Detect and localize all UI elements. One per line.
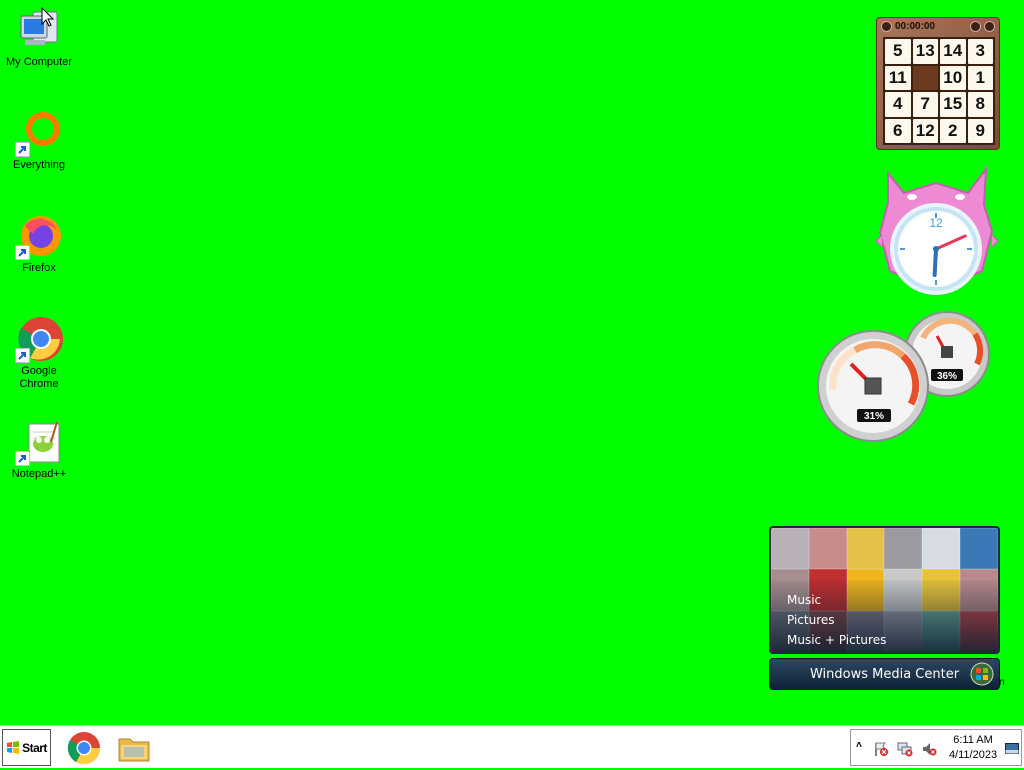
desktop-icon-label: My Computer	[5, 56, 73, 68]
puzzle-tile[interactable]: 4	[885, 92, 911, 117]
tray-clock[interactable]: 6:11 AM 4/11/2023	[945, 733, 1001, 763]
media-center-launch-bar[interactable]: Windows Media Center	[769, 658, 1000, 690]
puzzle-tile[interactable]: 15	[940, 92, 966, 117]
puzzle-board: 5 13 14 3 11 10 1 4 7 15 8 6 12 2 9	[883, 37, 995, 145]
shortcut-arrow-icon	[15, 348, 30, 363]
puzzle-tile[interactable]: 11	[885, 65, 911, 90]
desktop-icon-firefox[interactable]: Firefox	[0, 212, 78, 275]
start-label: Start	[22, 740, 47, 755]
puzzle-tile[interactable]: 5	[885, 39, 911, 64]
tray-time: 6:11 AM	[953, 734, 993, 746]
action-center-alert-icon[interactable]	[873, 741, 889, 757]
everything-icon	[15, 109, 63, 157]
media-menu-item-pictures[interactable]: Pictures	[787, 610, 886, 630]
media-center-title: Windows Media Center	[809, 666, 960, 682]
puzzle-tile[interactable]: 6	[885, 118, 911, 143]
system-tray: ˄ 6:11 AM 4/11/2023	[850, 729, 1022, 766]
chrome-icon	[67, 732, 101, 765]
puzzle-empty-slot[interactable]	[912, 65, 938, 90]
media-menu-item-music[interactable]: Music	[787, 590, 886, 610]
puzzle-help-icon[interactable]	[970, 21, 981, 32]
clock-hour-hand	[932, 247, 938, 277]
media-center-menu: Music Pictures Music + Pictures	[787, 590, 886, 650]
puzzle-tile[interactable]: 7	[912, 92, 938, 117]
puzzle-tile[interactable]: 9	[967, 118, 993, 143]
notepad-plus-plus-icon	[15, 418, 63, 466]
desktop-icon-label: Firefox	[22, 262, 56, 274]
start-button[interactable]: Start	[2, 729, 51, 766]
puzzle-toolbar: 00:00:00	[877, 18, 999, 35]
shortcut-arrow-icon	[15, 451, 30, 466]
desktop-icon-label: Notepad++	[11, 468, 67, 480]
desktop-icon-label: Google Chrome	[19, 365, 59, 390]
puzzle-tile[interactable]: 8	[967, 92, 993, 117]
memory-percent: 36%	[937, 371, 957, 382]
puzzle-tile[interactable]: 12	[912, 118, 938, 143]
puzzle-timer: 00:00:00	[895, 21, 936, 32]
chrome-icon	[15, 315, 63, 363]
taskbar-app-file-explorer[interactable]	[117, 731, 151, 765]
puzzle-tile[interactable]: 14	[940, 39, 966, 64]
puzzle-tile[interactable]: 1	[967, 65, 993, 90]
windows-logo-icon	[7, 740, 20, 754]
folder-icon	[118, 738, 150, 762]
shortcut-arrow-icon	[15, 245, 30, 260]
clock-gadget[interactable]: 12	[874, 163, 1000, 295]
stray-label: n	[999, 677, 1005, 688]
cpu-percent: 31%	[864, 411, 884, 422]
desktop-icon-everything[interactable]: Everything	[0, 109, 78, 172]
desktop-icon-my-computer[interactable]: My Computer	[0, 6, 78, 69]
cpu-meter-gadget[interactable]: 36% 31%	[815, 310, 995, 445]
desktop-icon-label: Everything	[13, 159, 65, 171]
puzzle-tile[interactable]: 10	[940, 65, 966, 90]
desktop-icon-notepad-plus-plus[interactable]: Notepad++	[0, 418, 78, 481]
puzzle-tile[interactable]: 13	[912, 39, 938, 64]
slide-puzzle-gadget[interactable]: 00:00:00 5 13 14 3 11 10 1 4 7 15 8 6 12 2 9	[876, 17, 1000, 150]
volume-muted-icon[interactable]	[921, 741, 937, 757]
computer-icon	[15, 6, 63, 54]
taskbar-app-chrome[interactable]	[67, 731, 101, 765]
show-hidden-icons-button[interactable]: ˄	[856, 740, 862, 751]
taskbar: Start ˄ 6:11 AM 4/11/2023	[0, 725, 1024, 768]
media-menu-item-music-pictures[interactable]: Music + Pictures	[787, 630, 886, 650]
desktop-icon-google-chrome[interactable]: Google Chrome	[0, 315, 78, 391]
network-disconnected-icon[interactable]	[897, 741, 913, 757]
shortcut-arrow-icon	[15, 142, 30, 157]
puzzle-timer-icon	[881, 21, 892, 32]
windows-orb-icon	[970, 662, 994, 686]
cpu-gauge: 31%	[817, 330, 929, 442]
puzzle-tile[interactable]: 2	[940, 118, 966, 143]
show-desktop-icon[interactable]	[1005, 743, 1019, 754]
clock-twelve-label: 12	[929, 216, 943, 230]
firefox-icon	[15, 212, 63, 260]
puzzle-picture-icon[interactable]	[984, 21, 995, 32]
puzzle-tile[interactable]: 3	[967, 39, 993, 64]
tray-date: 4/11/2023	[948, 749, 998, 761]
media-center-gadget[interactable]: Music Pictures Music + Pictures	[769, 526, 1000, 654]
